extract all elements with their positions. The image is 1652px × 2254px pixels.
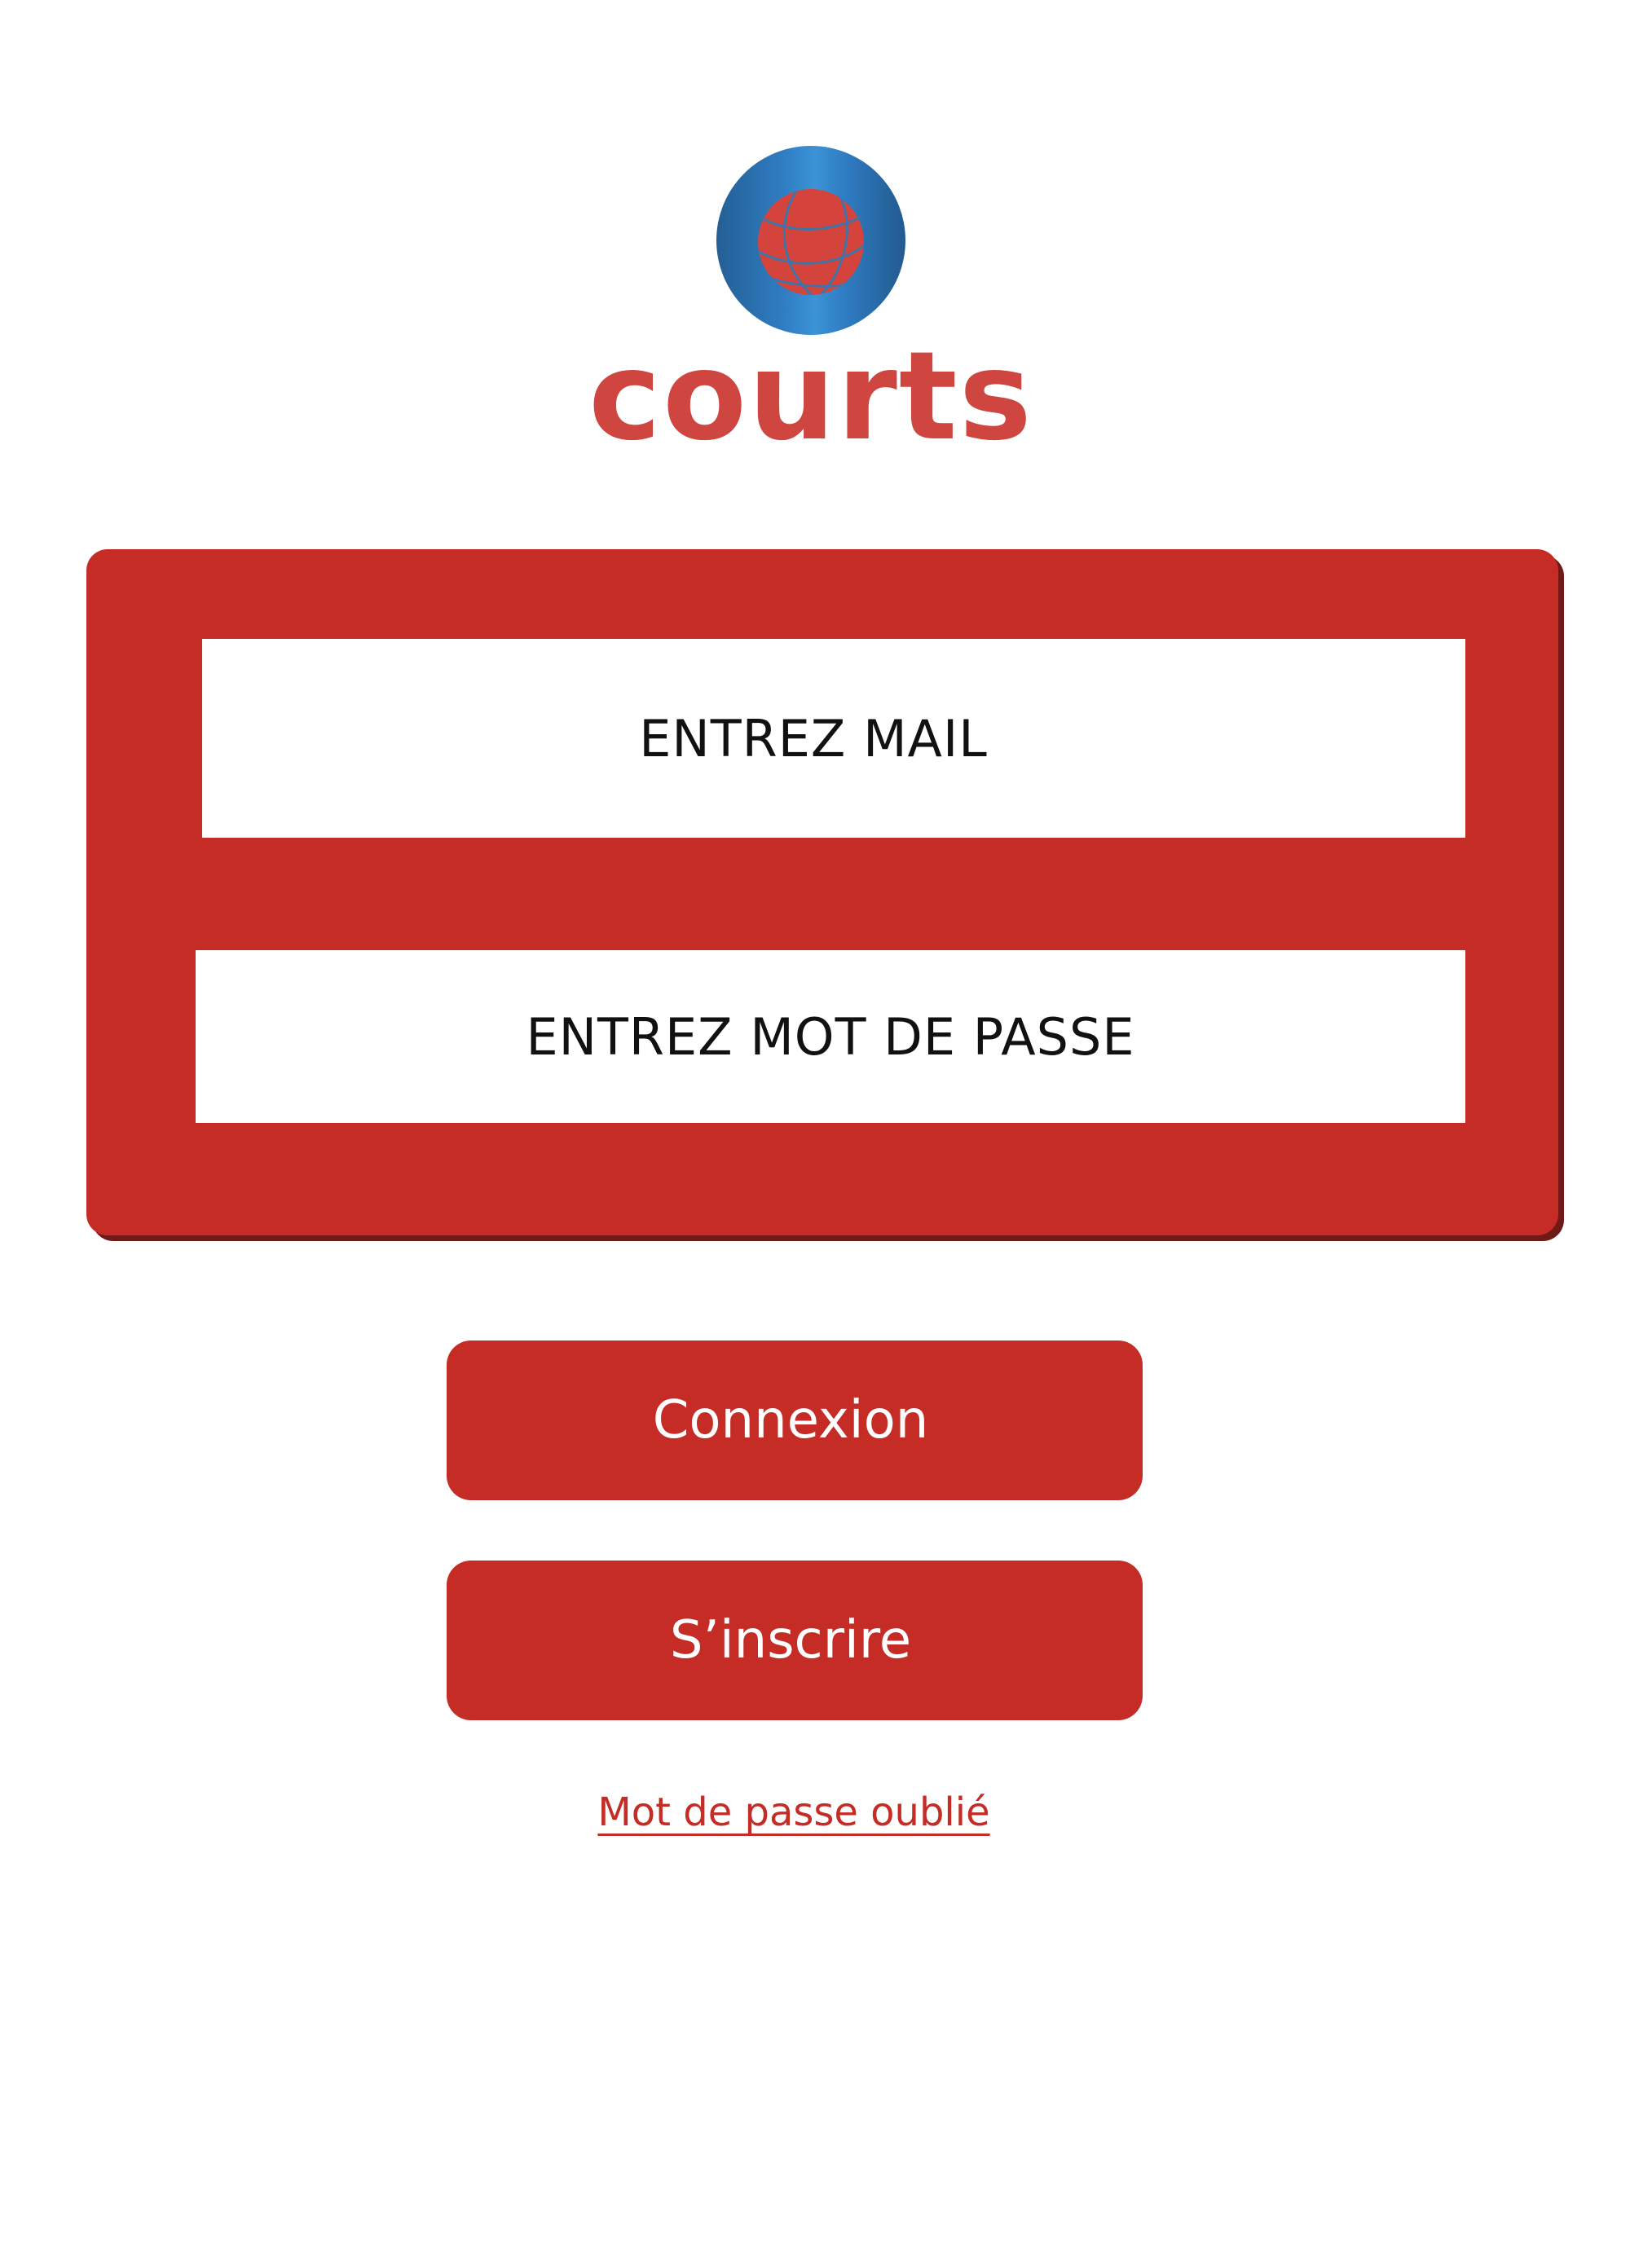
login-form-card: ENTREZ MAIL ENTREZ MOT DE PASSE [86, 549, 1558, 1235]
login-button-label: Connexion [652, 1390, 929, 1451]
brand-name: courts [588, 336, 1033, 458]
signup-button[interactable]: S’inscrire [447, 1561, 1143, 1720]
app-logo [716, 146, 905, 335]
login-button[interactable]: Connexion [447, 1341, 1143, 1500]
password-placeholder: ENTREZ MOT DE PASSE [526, 1006, 1135, 1067]
password-input[interactable]: ENTREZ MOT DE PASSE [196, 950, 1465, 1123]
email-input[interactable]: ENTREZ MAIL [202, 639, 1465, 838]
forgot-password-link[interactable]: Mot de passe oublié [570, 1790, 1017, 1835]
basketball-icon [758, 189, 864, 295]
email-placeholder: ENTREZ MAIL [639, 708, 988, 768]
signup-button-label: S’inscrire [669, 1610, 912, 1671]
